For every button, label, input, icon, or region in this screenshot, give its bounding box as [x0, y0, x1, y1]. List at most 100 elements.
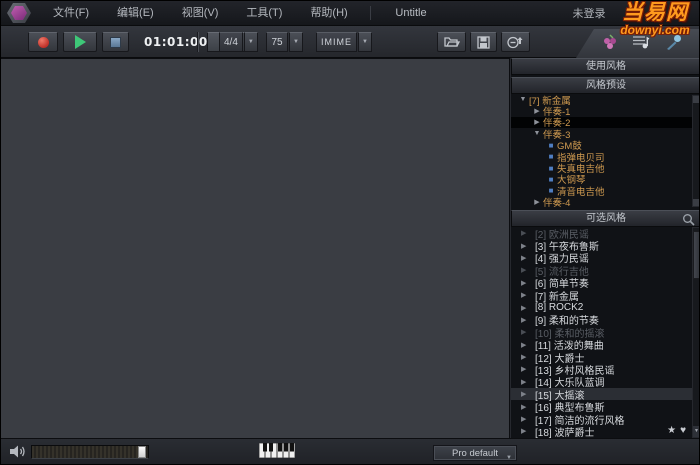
expand-icon[interactable]: ▶ [521, 316, 535, 324]
expand-icon[interactable]: ▶ [521, 254, 535, 262]
main-canvas[interactable] [1, 58, 510, 438]
volume-slider[interactable] [31, 445, 149, 459]
expand-icon[interactable]: ▶ [521, 365, 535, 373]
style-preset-tree: ▼ [7] 新金属 ▶ 伴奏-1 ▶ 伴奏-2 ▼ 伴奏-3 ■ GM鼓 ■ 指弹电贝司 ■ 失真电吉他 ■… [511, 94, 699, 208]
style-list-item-label: [8] ROCK2 [535, 302, 584, 314]
tree-item-label: 伴奏-4 [543, 198, 571, 208]
chevron-down-icon[interactable]: ▼ [243, 32, 258, 52]
record-button[interactable] [28, 32, 58, 52]
scroll-down-button[interactable]: ▼ [693, 426, 699, 437]
tree-item[interactable]: ■ 指弹电贝司 [511, 151, 699, 164]
meter-select[interactable]: 4/4 ▼ [219, 32, 258, 52]
expand-icon[interactable]: ▶ [521, 328, 535, 336]
open-folder-icon [443, 37, 460, 47]
collapse-icon[interactable]: ▼ [517, 96, 529, 103]
expand-icon[interactable]: ▶ [521, 390, 535, 398]
grapes-icon[interactable] [601, 34, 619, 50]
expand-icon[interactable]: ▶ [531, 118, 543, 126]
track-bullet-icon: ■ [548, 163, 554, 173]
chevron-down-icon[interactable]: ▼ [358, 32, 372, 52]
scroll-down-button[interactable] [693, 199, 699, 206]
menu-file[interactable]: 文件(F) [39, 1, 103, 26]
tree-scrollbar[interactable] [692, 95, 699, 207]
preset-selector-value: Pro default [452, 448, 498, 459]
menu-tools[interactable]: 工具(T) [232, 1, 296, 26]
score-icon[interactable] [631, 34, 651, 50]
stop-button[interactable] [102, 32, 129, 52]
heart-icon[interactable]: ♥ [680, 426, 686, 436]
app-window: 文件(F) 编辑(E) 视图(V) 工具(T) 帮助(H) Untitle 未登… [0, 0, 700, 465]
window-title: Untitle [395, 7, 427, 19]
expand-icon[interactable]: ▶ [521, 341, 535, 349]
expand-icon[interactable]: ▶ [521, 242, 535, 250]
save-button[interactable] [470, 32, 497, 52]
expand-icon[interactable]: ▶ [521, 378, 535, 386]
scroll-up-button[interactable] [693, 96, 699, 103]
tree-item[interactable]: ■ GM鼓 [511, 140, 699, 153]
expand-icon[interactable]: ▶ [521, 403, 535, 411]
tree-item[interactable]: ■ 失真电吉他 [511, 162, 699, 176]
tempo-value: 75 [266, 32, 288, 52]
expand-icon[interactable]: ▶ [531, 107, 543, 115]
star-icon[interactable]: ★ [667, 426, 676, 436]
speaker-icon[interactable] [9, 444, 28, 459]
style-presets-header: 风格预设 [511, 77, 699, 94]
preset-selector[interactable]: Pro default ▼ [433, 445, 517, 461]
style-list-item-label: [18] 波萨爵士 [535, 427, 595, 438]
expand-icon[interactable]: ▶ [521, 353, 535, 361]
track-bullet-icon: ■ [548, 186, 554, 196]
scrollbar-thumb[interactable] [693, 231, 699, 279]
use-style-button[interactable]: 使用风格 [511, 58, 699, 75]
collapse-icon[interactable]: ▼ [531, 130, 543, 137]
login-status[interactable]: 未登录 [559, 5, 619, 21]
expand-icon[interactable]: ▶ [521, 266, 535, 274]
right-tab-strip [569, 26, 699, 58]
play-icon [74, 35, 86, 49]
mic-icon[interactable] [665, 34, 683, 51]
key-mode-value: IMIME [316, 32, 357, 52]
available-styles-label: 可选风格 [586, 213, 626, 224]
expand-icon[interactable]: ▶ [521, 427, 535, 435]
export-button[interactable] [501, 32, 530, 52]
menu-bar: 文件(F) 编辑(E) 视图(V) 工具(T) 帮助(H) Untitle 未登… [1, 1, 699, 26]
toolbar-divider [197, 32, 199, 52]
expand-icon[interactable]: ▶ [521, 304, 535, 312]
tree-item[interactable]: ■ 清音电吉他 [511, 185, 699, 198]
export-icon [507, 36, 523, 48]
available-style-list: ▶ [2] 欧洲民谣 ▶ [3] 午夜布鲁斯 ▶ [4] 强力民谣 ▶ [5] 流行吉他 ▶ [6… [511, 227, 692, 438]
record-icon [37, 36, 49, 48]
open-file-button[interactable] [437, 32, 466, 52]
style-panel: 使用风格 风格预设 ▼ [7] 新金属 ▶ 伴奏-1 ▶ 伴奏-2 ▼ 伴奏-3 ■ GM鼓 ■ 指弹… [511, 58, 699, 438]
tree-item[interactable]: ▶ 伴奏-2 [511, 116, 699, 129]
expand-icon[interactable]: ▶ [521, 279, 535, 287]
volume-slider-handle[interactable] [138, 446, 146, 458]
list-scrollbar[interactable]: ▼ [692, 227, 699, 438]
time-display: 01:01:000 [144, 35, 217, 49]
tree-item[interactable]: ▼ [7] 新金属 [511, 94, 699, 107]
expand-icon[interactable]: ▶ [531, 198, 543, 206]
available-styles-header: 可选风格 [511, 210, 699, 227]
save-icon [477, 35, 490, 49]
tempo-select[interactable]: 75 ▼ [266, 32, 303, 52]
tree-item[interactable]: ▼ 伴奏-3 [511, 128, 699, 141]
style-list-item[interactable]: ▶ [18] 波萨爵士 ★ ♥ [511, 425, 692, 438]
tree-item[interactable]: ▶ 伴奏-1 [511, 105, 699, 118]
expand-icon[interactable]: ▶ [521, 415, 535, 423]
menu-edit[interactable]: 编辑(E) [103, 1, 168, 26]
play-button[interactable] [63, 32, 97, 52]
expand-icon[interactable]: ▶ [521, 291, 535, 299]
app-logo-icon[interactable] [7, 3, 31, 23]
favorite-icons: ★ ♥ [667, 425, 686, 437]
chevron-down-icon[interactable]: ▼ [289, 32, 303, 52]
expand-icon[interactable]: ▶ [521, 229, 535, 237]
search-icon[interactable] [682, 213, 695, 226]
key-mode-select[interactable]: IMIME ▼ [316, 32, 372, 52]
bottom-bar: Pro default ▼ [1, 438, 699, 464]
piano-icon[interactable] [259, 443, 295, 458]
tree-item[interactable]: ▶ 伴奏-4 [511, 197, 699, 208]
menu-view[interactable]: 视图(V) [168, 1, 233, 26]
stop-icon [110, 36, 121, 48]
tree-item[interactable]: ■ 大钢琴 [511, 174, 699, 187]
style-list-item[interactable]: ▶ [7] 新金属 [511, 289, 692, 303]
meter-value: 4/4 [219, 32, 243, 52]
